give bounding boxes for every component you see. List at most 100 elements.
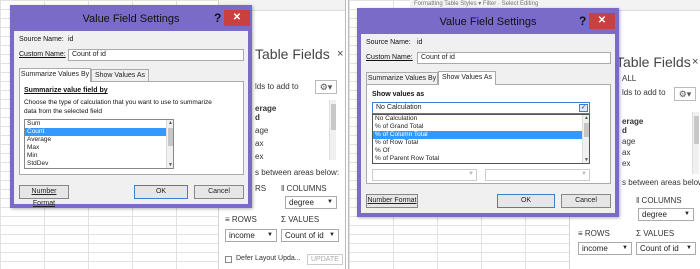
- list-item[interactable]: No Calculation: [373, 115, 589, 123]
- base-item-list: ▼: [485, 169, 590, 181]
- values-field-chip[interactable]: Count of id ▼: [281, 229, 339, 242]
- fields-subtitle: lds to add to: [255, 82, 299, 91]
- columns-icon: ‖: [281, 184, 285, 193]
- values-field-chip[interactable]: Count of id ▼: [636, 242, 696, 255]
- show-values-as-dropdown-list[interactable]: No Calculation % of Grand Total % of Col…: [372, 114, 590, 164]
- columns-area-label: ‖ COLUMNS: [636, 196, 682, 205]
- list-item[interactable]: % of Grand Total: [373, 123, 589, 131]
- dropdown-scrollbar[interactable]: ▲ ▼: [582, 115, 589, 163]
- function-listbox[interactable]: Sum Count Average Max Min StdDev ▲ ▼: [24, 119, 174, 169]
- field-list-scrollbar[interactable]: [329, 100, 336, 160]
- scroll-thumb[interactable]: [694, 116, 699, 144]
- chevron-down-icon: ▼: [267, 232, 273, 238]
- field-item[interactable]: ax: [255, 139, 263, 148]
- field-item[interactable]: erage: [255, 104, 276, 113]
- field-item[interactable]: d: [255, 113, 260, 122]
- value-field-settings-dialog: Value Field Settings ? ✕ Source Name: id…: [357, 8, 619, 217]
- chevron-down-icon: ▼: [329, 232, 335, 238]
- field-item[interactable]: age: [622, 137, 635, 146]
- gear-icon[interactable]: ⚙▾: [674, 87, 696, 101]
- close-icon[interactable]: ✕: [224, 10, 250, 26]
- number-format-button[interactable]: Number Format: [19, 185, 69, 207]
- number-format-button[interactable]: Number Format: [366, 194, 418, 208]
- update-button[interactable]: UPDATE: [307, 254, 343, 265]
- custom-name-input[interactable]: Count of id: [417, 52, 611, 64]
- field-item[interactable]: erage: [622, 117, 643, 126]
- number-format-label: Number Format: [31, 188, 57, 207]
- list-item-selected[interactable]: Count: [25, 128, 173, 136]
- sigma-icon: Σ: [636, 229, 641, 238]
- source-name-value: id: [68, 36, 74, 43]
- values-field-value: Count of id: [285, 231, 324, 240]
- tab-all[interactable]: ALL: [622, 74, 636, 83]
- rows-area-label: ≡ ROWS: [225, 215, 257, 224]
- field-item[interactable]: d: [622, 126, 627, 135]
- field-item[interactable]: ax: [622, 148, 630, 157]
- close-icon[interactable]: ×: [692, 56, 698, 68]
- close-icon[interactable]: ×: [337, 48, 343, 60]
- dialog-titlebar[interactable]: Value Field Settings ? ✕: [361, 12, 615, 34]
- cancel-button[interactable]: Cancel: [194, 185, 244, 199]
- tab-panel: Show values as No Calculation ✓ No Calcu…: [366, 84, 611, 184]
- chevron-down-icon: ▼: [468, 171, 474, 177]
- rows-field-chip[interactable]: income ▼: [225, 229, 277, 242]
- chevron-down-icon: ▼: [327, 199, 333, 205]
- chevron-up-icon[interactable]: ▲: [167, 120, 173, 126]
- field-item[interactable]: age: [255, 126, 268, 135]
- list-item[interactable]: % Of: [373, 147, 589, 155]
- scroll-thumb[interactable]: [584, 123, 589, 137]
- chevron-up-icon[interactable]: ▲: [583, 115, 589, 121]
- field-item[interactable]: ex: [255, 152, 263, 161]
- tab-show-values-as[interactable]: Show Values As: [438, 71, 496, 85]
- show-values-as-combobox[interactable]: No Calculation ✓: [372, 102, 590, 114]
- tab-summarize-values-by[interactable]: Summarize Values By: [19, 68, 91, 82]
- chevron-down-icon: ▼: [686, 245, 692, 251]
- section-title: Summarize value field by: [24, 87, 108, 94]
- chevron-down-icon: ▼: [622, 245, 628, 251]
- list-item[interactable]: StdDev: [25, 160, 173, 168]
- list-item[interactable]: % of Parent Row Total: [373, 155, 589, 163]
- scroll-thumb[interactable]: [168, 128, 173, 146]
- field-list-scrollbar[interactable]: [692, 112, 699, 174]
- list-item[interactable]: % of Row Total: [373, 139, 589, 147]
- list-item[interactable]: Max: [25, 144, 173, 152]
- rows-label-text: ROWS: [231, 215, 257, 224]
- custom-name-label: Custom Name:: [19, 51, 66, 58]
- custom-name-input[interactable]: Count of id: [68, 49, 244, 61]
- values-field-value: Count of id: [640, 244, 679, 253]
- scroll-thumb[interactable]: [331, 104, 336, 130]
- field-item[interactable]: ex: [622, 159, 630, 168]
- list-item[interactable]: Min: [25, 152, 173, 160]
- values-label-text: VALUES: [288, 215, 320, 224]
- source-name-value: id: [417, 39, 423, 46]
- cancel-button[interactable]: Cancel: [561, 194, 611, 208]
- filters-label: RS: [255, 184, 267, 193]
- chevron-down-icon[interactable]: ▼: [583, 157, 589, 163]
- columns-icon: ‖: [636, 196, 640, 205]
- ok-button[interactable]: OK: [497, 194, 555, 208]
- number-format-label: Number Format: [367, 197, 417, 204]
- columns-field-chip[interactable]: degree ▼: [638, 208, 694, 221]
- rows-field-chip[interactable]: income ▼: [578, 242, 632, 255]
- list-item[interactable]: Average: [25, 136, 173, 144]
- list-item-selected[interactable]: % of Column Total: [373, 131, 589, 139]
- rows-icon: ≡: [225, 215, 230, 224]
- help-icon[interactable]: ?: [214, 11, 221, 25]
- close-icon[interactable]: ✕: [589, 13, 615, 29]
- values-label-text: VALUES: [643, 229, 675, 238]
- columns-field-chip[interactable]: degree ▼: [285, 196, 337, 209]
- section-title: Show values as: [372, 91, 425, 98]
- list-item[interactable]: Sum: [25, 120, 173, 128]
- listbox-scrollbar[interactable]: ▲ ▼: [166, 120, 173, 168]
- drag-instruction: s between areas below:: [622, 178, 700, 187]
- defer-layout-checkbox[interactable]: [225, 256, 232, 263]
- chevron-down-icon[interactable]: ▼: [167, 162, 173, 168]
- dialog-titlebar[interactable]: Value Field Settings ? ✕: [14, 9, 250, 31]
- chevron-down-icon: ▼: [581, 171, 587, 177]
- ok-button[interactable]: OK: [134, 185, 188, 199]
- chevron-down-icon[interactable]: ✓: [579, 104, 588, 112]
- help-icon[interactable]: ?: [579, 14, 586, 28]
- rows-field-value: income: [582, 244, 608, 253]
- gear-icon[interactable]: ⚙▾: [315, 80, 337, 94]
- rows-label-text: ROWS: [584, 229, 610, 238]
